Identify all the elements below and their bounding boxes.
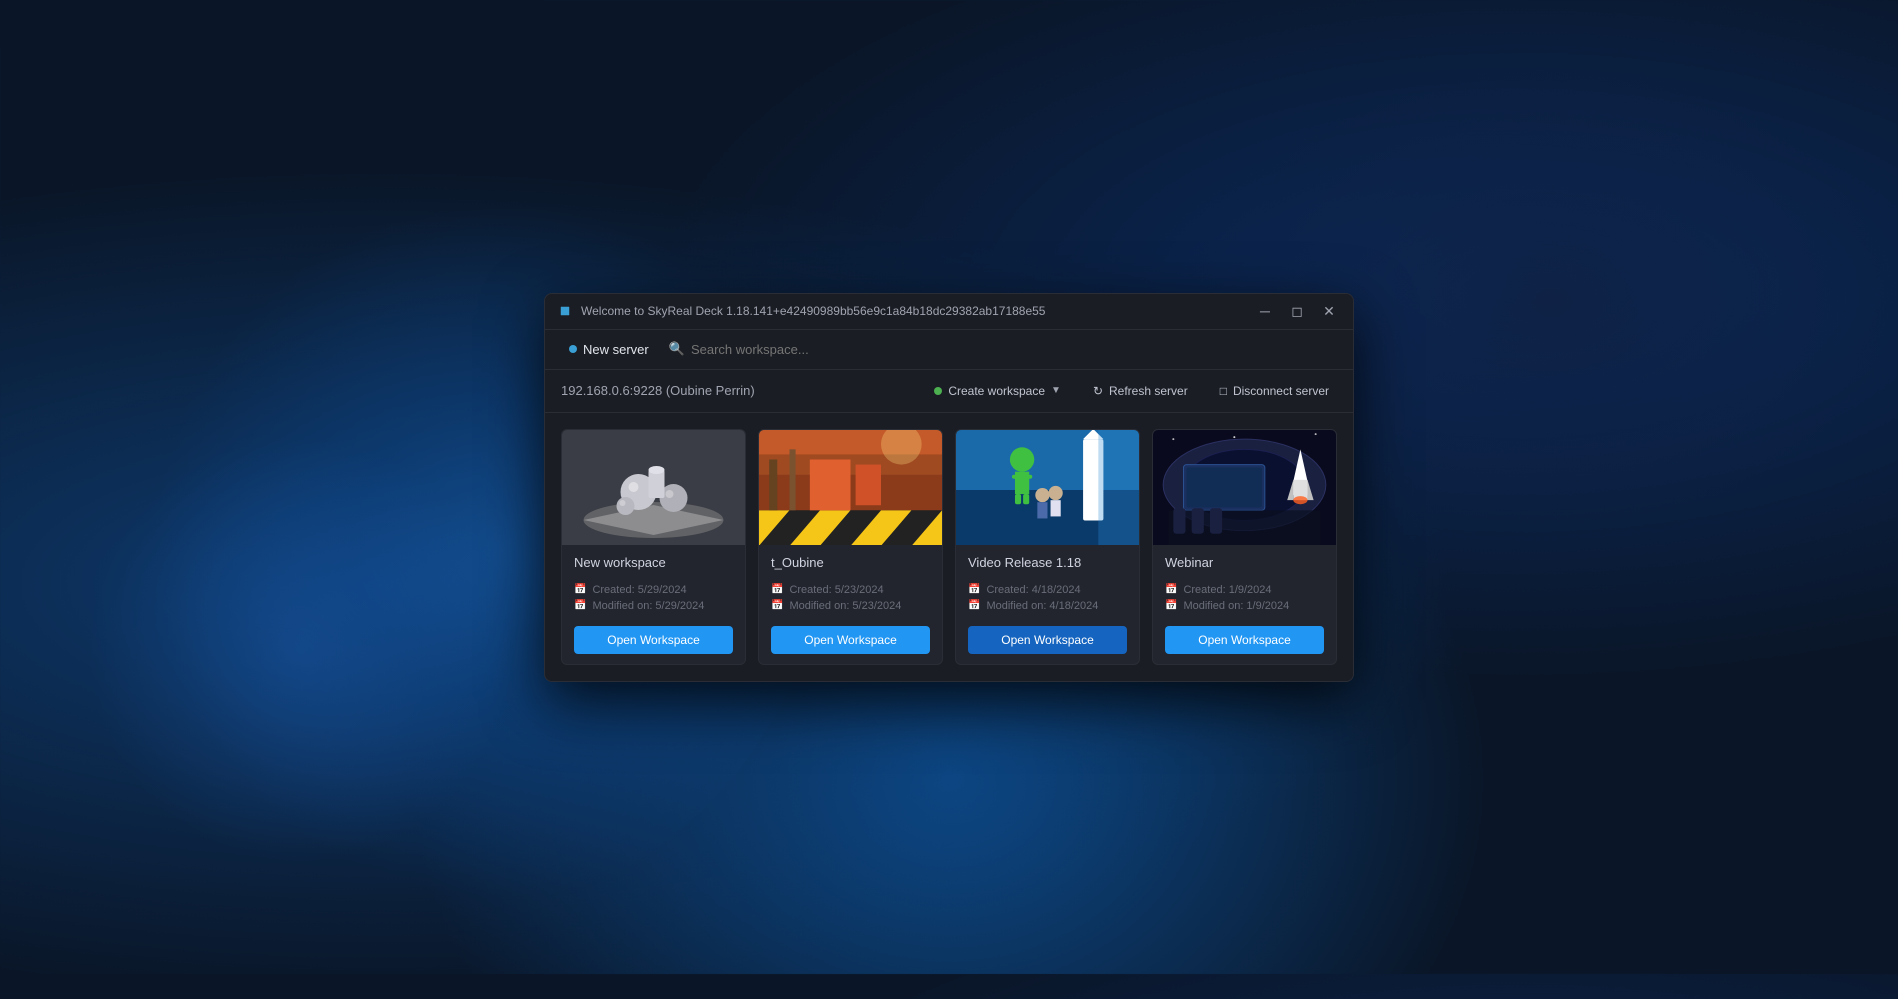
new-server-label: New server (583, 342, 649, 357)
created-date-text: Created: 5/29/2024 (592, 584, 686, 596)
toolbar: New server 🔍 (545, 330, 1353, 370)
disconnect-icon: □ (1220, 384, 1227, 398)
diamond-icon (557, 303, 574, 320)
calendar-modified-icon-t-oubine: 📅 (771, 600, 783, 611)
server-header: 192.168.0.6:9228 (Oubine Perrin) Create … (545, 370, 1353, 413)
window-title: Welcome to SkyReal Deck 1.18.141+e424909… (581, 304, 1045, 318)
search-icon: 🔍 (669, 341, 685, 357)
open-workspace-button-t-oubine[interactable]: Open Workspace (771, 626, 930, 654)
search-wrapper: 🔍 (669, 341, 1337, 357)
modified-date-t-oubine: 📅 Modified on: 5/23/2024 (771, 600, 930, 612)
disconnect-server-button[interactable]: □ Disconnect server (1212, 380, 1337, 402)
thumbnail-svg-t-oubine (759, 430, 942, 545)
minimize-button[interactable]: ─ (1253, 299, 1277, 323)
created-date-text-t-oubine: Created: 5/23/2024 (789, 584, 883, 596)
open-workspace-button-video-release[interactable]: Open Workspace (968, 626, 1127, 654)
create-workspace-label: Create workspace (948, 384, 1045, 398)
workspace-title-video-release: Video Release 1.18 (968, 555, 1127, 570)
thumbnail-svg-new-workspace (562, 430, 745, 545)
workspace-title-webinar: Webinar (1165, 555, 1324, 570)
maximize-button[interactable]: ◻ (1285, 299, 1309, 323)
calendar-modified-icon-video-release: 📅 (968, 600, 980, 611)
modified-date-video-release: 📅 Modified on: 4/18/2024 (968, 600, 1127, 612)
calendar-created-icon-video-release: 📅 (968, 584, 980, 595)
created-date-text-video-release: Created: 4/18/2024 (986, 584, 1080, 596)
thumbnail-webinar (1153, 430, 1336, 545)
workspace-title-t-oubine: t_Oubine (771, 555, 930, 570)
create-workspace-button[interactable]: Create workspace ▼ (926, 380, 1069, 402)
workspace-card-webinar: Webinar 📅 Created: 1/9/2024 📅 Modified o… (1152, 429, 1337, 665)
created-date-video-release: 📅 Created: 4/18/2024 (968, 584, 1127, 596)
refresh-server-button[interactable]: ↻ Refresh server (1085, 380, 1196, 402)
workspace-info-new-workspace: New workspace 📅 Created: 5/29/2024 📅 Mod… (562, 545, 745, 664)
chevron-down-icon: ▼ (1051, 385, 1061, 396)
title-bar-controls: ─ ◻ ✕ (1253, 299, 1341, 323)
created-date-webinar: 📅 Created: 1/9/2024 (1165, 584, 1324, 596)
calendar-created-icon-webinar: 📅 (1165, 584, 1177, 595)
thumbnail-video-release (956, 430, 1139, 545)
server-actions: Create workspace ▼ ↻ Refresh server □ Di… (926, 380, 1337, 402)
workspace-dates-t-oubine: 📅 Created: 5/23/2024 📅 Modified on: 5/23… (771, 584, 930, 612)
open-workspace-button-webinar[interactable]: Open Workspace (1165, 626, 1324, 654)
calendar-modified-icon: 📅 (574, 600, 586, 611)
content-area: New workspace 📅 Created: 5/29/2024 📅 Mod… (545, 413, 1353, 681)
modified-date-webinar: 📅 Modified on: 1/9/2024 (1165, 600, 1324, 612)
green-dot-icon (934, 387, 942, 395)
calendar-modified-icon-webinar: 📅 (1165, 600, 1177, 611)
workspace-title-new-workspace: New workspace (574, 555, 733, 570)
title-bar: Welcome to SkyReal Deck 1.18.141+e424909… (545, 294, 1353, 330)
open-workspace-button-new-workspace[interactable]: Open Workspace (574, 626, 733, 654)
workspace-card-t-oubine: t_Oubine 📅 Created: 5/23/2024 📅 Modified… (758, 429, 943, 665)
workspace-dates-video-release: 📅 Created: 4/18/2024 📅 Modified on: 4/18… (968, 584, 1127, 612)
created-date-text-webinar: Created: 1/9/2024 (1183, 584, 1271, 596)
close-button[interactable]: ✕ (1317, 299, 1341, 323)
search-input[interactable] (691, 342, 1337, 357)
server-name: 192.168.0.6:9228 (Oubine Perrin) (561, 383, 755, 398)
workspace-grid: New workspace 📅 Created: 5/29/2024 📅 Mod… (561, 429, 1337, 665)
workspace-card-new-workspace: New workspace 📅 Created: 5/29/2024 📅 Mod… (561, 429, 746, 665)
workspace-card-video-release: Video Release 1.18 📅 Created: 4/18/2024 … (955, 429, 1140, 665)
modified-date-text-t-oubine: Modified on: 5/23/2024 (789, 600, 901, 612)
workspace-info-t-oubine: t_Oubine 📅 Created: 5/23/2024 📅 Modified… (759, 545, 942, 664)
workspace-info-webinar: Webinar 📅 Created: 1/9/2024 📅 Modified o… (1153, 545, 1336, 664)
app-icon (557, 303, 573, 319)
new-server-button[interactable]: New server (561, 338, 657, 361)
modified-date-text: Modified on: 5/29/2024 (592, 600, 704, 612)
main-window: Welcome to SkyReal Deck 1.18.141+e424909… (544, 293, 1354, 682)
created-date-new-workspace: 📅 Created: 5/29/2024 (574, 584, 733, 596)
thumbnail-t-oubine (759, 430, 942, 545)
title-bar-left: Welcome to SkyReal Deck 1.18.141+e424909… (557, 303, 1045, 319)
thumbnail-svg-video-release (956, 430, 1139, 545)
thumbnail-new-workspace (562, 430, 745, 545)
workspace-dates-new-workspace: 📅 Created: 5/29/2024 📅 Modified on: 5/29… (574, 584, 733, 612)
workspace-dates-webinar: 📅 Created: 1/9/2024 📅 Modified on: 1/9/2… (1165, 584, 1324, 612)
disconnect-server-label: Disconnect server (1233, 384, 1329, 398)
calendar-created-icon: 📅 (574, 584, 586, 595)
refresh-icon: ↻ (1093, 384, 1103, 398)
workspace-info-video-release: Video Release 1.18 📅 Created: 4/18/2024 … (956, 545, 1139, 664)
server-dot-icon (569, 345, 577, 353)
refresh-server-label: Refresh server (1109, 384, 1188, 398)
calendar-created-icon-t-oubine: 📅 (771, 584, 783, 595)
modified-date-text-video-release: Modified on: 4/18/2024 (986, 600, 1098, 612)
modified-date-new-workspace: 📅 Modified on: 5/29/2024 (574, 600, 733, 612)
modified-date-text-webinar: Modified on: 1/9/2024 (1183, 600, 1289, 612)
created-date-t-oubine: 📅 Created: 5/23/2024 (771, 584, 930, 596)
thumbnail-svg-webinar (1153, 430, 1336, 545)
